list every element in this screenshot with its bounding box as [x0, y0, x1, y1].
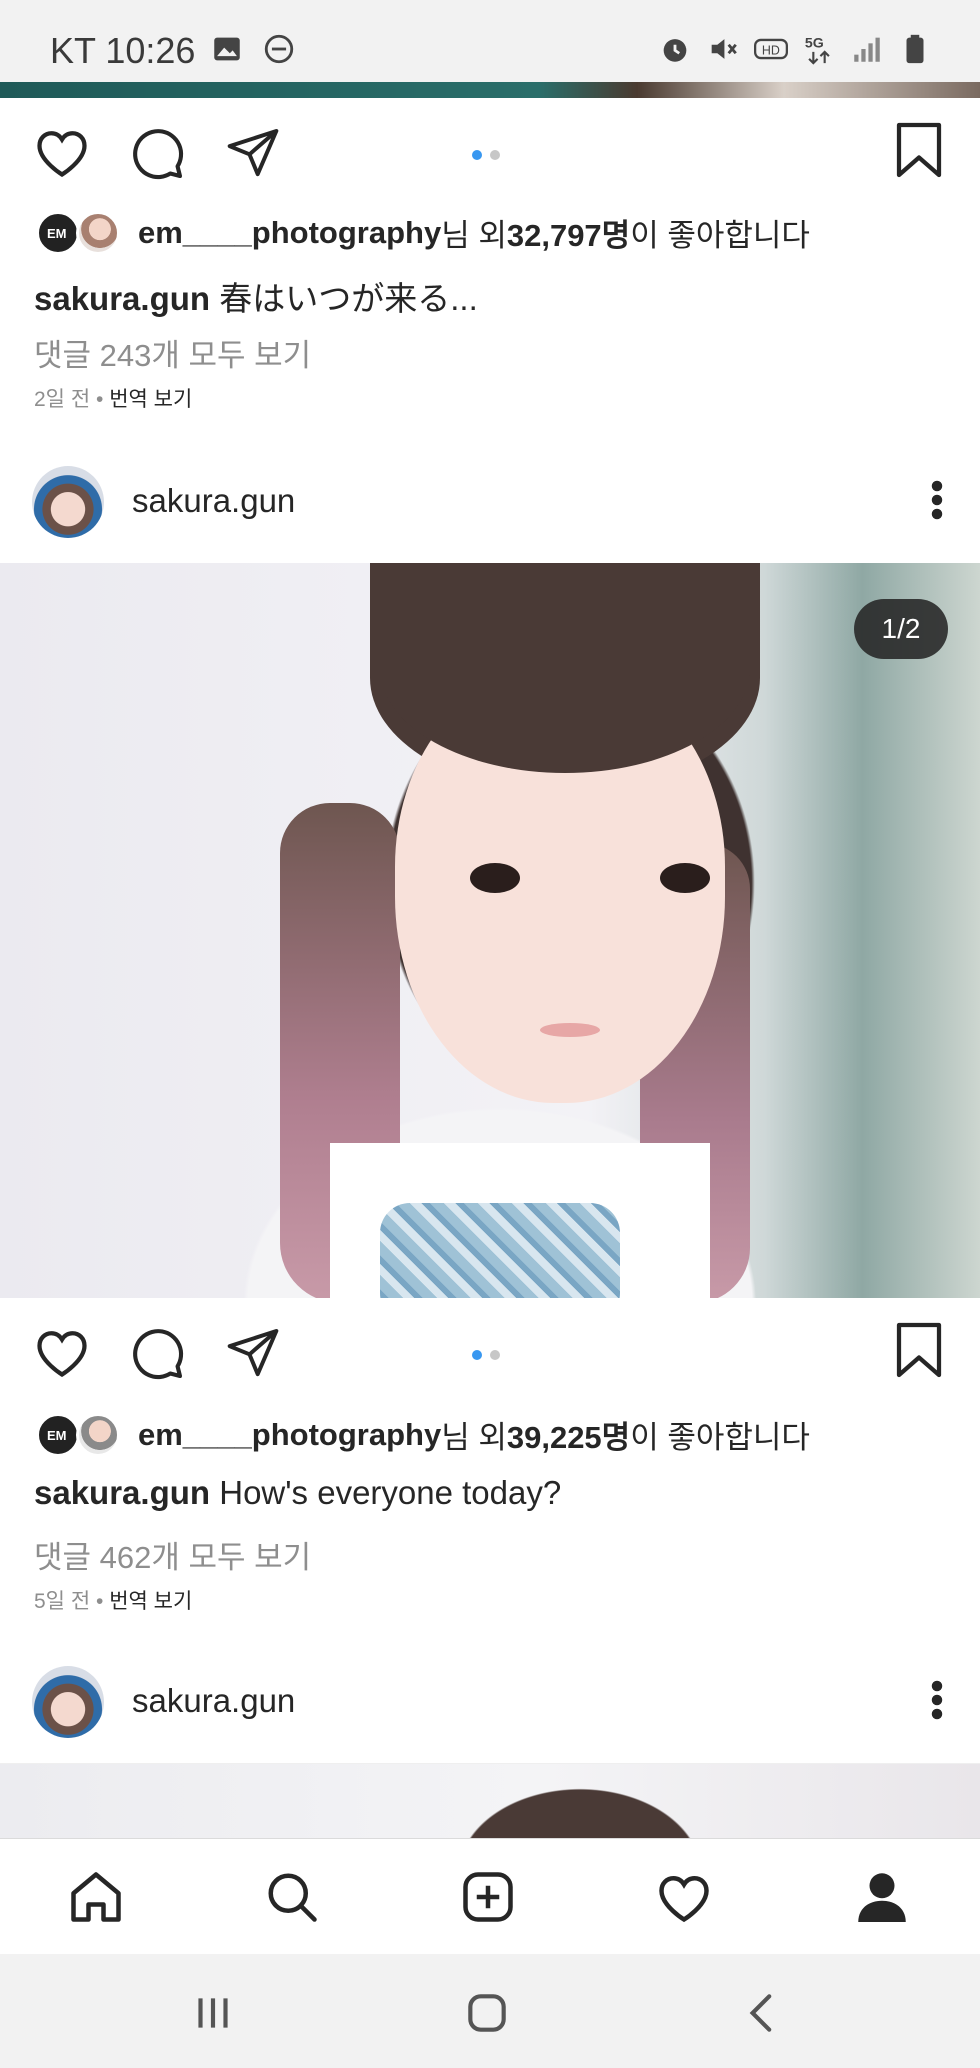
- carousel-dot: [490, 150, 500, 160]
- system-navigation-bar: [0, 1954, 980, 2068]
- share-icon[interactable]: [224, 124, 282, 180]
- carousel-dot: [490, 1350, 500, 1360]
- likes-summary[interactable]: em____photography님 외 32,797명이 좋아합니다: [36, 210, 810, 255]
- 5g-icon: 5G: [805, 36, 830, 65]
- view-comments-link[interactable]: 댓글 462개 모두 보기: [34, 1532, 311, 1577]
- caption-username[interactable]: sakura.gun: [34, 280, 210, 317]
- bottom-navigation: [0, 1838, 980, 1954]
- likes-count[interactable]: 32,797명: [507, 210, 630, 255]
- svg-text:5G: 5G: [805, 36, 824, 52]
- carousel-indicator: [472, 150, 500, 160]
- post-time: 5일 전: [34, 1590, 91, 1613]
- post-username[interactable]: sakura.gun: [132, 1682, 295, 1720]
- meta-separator: •: [90, 388, 110, 411]
- image-icon: [214, 37, 240, 61]
- translate-link[interactable]: 번역 보기: [109, 1590, 192, 1613]
- likes-text: 님 외: [441, 1420, 507, 1455]
- save-bookmark-icon[interactable]: [892, 120, 946, 180]
- image-counter-badge: 1/2: [854, 599, 948, 659]
- avatar: [76, 210, 120, 255]
- avatar[interactable]: [32, 1666, 104, 1738]
- comment-icon[interactable]: [128, 124, 186, 182]
- liker-avatars: [36, 210, 120, 255]
- carousel-indicator: [472, 1350, 500, 1360]
- avatar: [76, 1412, 120, 1457]
- meta-separator: •: [90, 1590, 110, 1613]
- post-header: sakura.gun: [0, 1646, 980, 1756]
- signal-icon: [854, 37, 880, 62]
- liker-username[interactable]: em____photography: [138, 215, 441, 251]
- svg-text:HD: HD: [762, 44, 780, 58]
- comment-icon[interactable]: [128, 1324, 186, 1382]
- back-icon[interactable]: [738, 1988, 788, 2038]
- post-username[interactable]: sakura.gun: [132, 482, 295, 520]
- activity-icon[interactable]: [654, 1867, 714, 1927]
- post-image[interactable]: 1/2: [0, 563, 980, 1298]
- post-header: sakura.gun: [0, 446, 980, 556]
- likes-summary[interactable]: em____photography님 외 39,225명이 좋아합니다: [36, 1412, 810, 1457]
- search-icon[interactable]: [262, 1867, 322, 1927]
- recents-icon[interactable]: [188, 1988, 238, 2038]
- avatar: [36, 1412, 80, 1457]
- avatar: [36, 210, 80, 255]
- profile-icon[interactable]: [852, 1867, 912, 1927]
- likes-text: 이 좋아합니다: [630, 1420, 810, 1455]
- mute-icon: [711, 39, 737, 59]
- post-caption: sakura.gun How's everyone today?: [34, 1474, 561, 1512]
- liker-username[interactable]: em____photography: [138, 1417, 441, 1453]
- new-post-icon[interactable]: [458, 1867, 518, 1927]
- likes-text: 님 외: [441, 218, 507, 253]
- more-options-icon[interactable]: [930, 478, 944, 522]
- post-image[interactable]: [0, 1763, 980, 1838]
- translate-link[interactable]: 번역 보기: [109, 388, 192, 411]
- do-not-disturb-icon: [264, 34, 294, 64]
- home-icon[interactable]: [66, 1867, 126, 1927]
- like-heart-icon[interactable]: [32, 1324, 92, 1380]
- post-actions: [0, 98, 980, 208]
- post-meta: 2일 전 • 번역 보기: [34, 383, 192, 413]
- caption-text[interactable]: How's everyone today?: [219, 1474, 561, 1511]
- likes-text: 이 좋아합니다: [630, 218, 810, 253]
- liker-avatars: [36, 1412, 120, 1457]
- status-time: KT 10:26: [50, 30, 196, 71]
- home-button-icon[interactable]: [462, 1988, 512, 2038]
- more-options-icon[interactable]: [930, 1678, 944, 1722]
- like-heart-icon[interactable]: [32, 124, 92, 180]
- save-bookmark-icon[interactable]: [892, 1320, 946, 1380]
- caption-username[interactable]: sakura.gun: [34, 1474, 210, 1511]
- view-comments-link[interactable]: 댓글 243개 모두 보기: [34, 330, 311, 375]
- post-actions: [0, 1298, 980, 1408]
- post-time: 2일 전: [34, 388, 91, 411]
- carousel-dot: [472, 1350, 482, 1360]
- carousel-dot: [472, 150, 482, 160]
- avatar[interactable]: [32, 466, 104, 538]
- caption-text[interactable]: 春はいつが来る...: [219, 280, 478, 317]
- alarm-icon: [663, 39, 687, 62]
- share-icon[interactable]: [224, 1324, 282, 1380]
- post-meta: 5일 전 • 번역 보기: [34, 1585, 192, 1615]
- hd-icon: HD: [754, 38, 788, 60]
- battery-icon: [906, 34, 924, 64]
- previous-post-image[interactable]: [0, 82, 980, 98]
- post-caption: sakura.gun 春はいつが来る...: [34, 272, 478, 320]
- likes-count[interactable]: 39,225명: [507, 1412, 630, 1457]
